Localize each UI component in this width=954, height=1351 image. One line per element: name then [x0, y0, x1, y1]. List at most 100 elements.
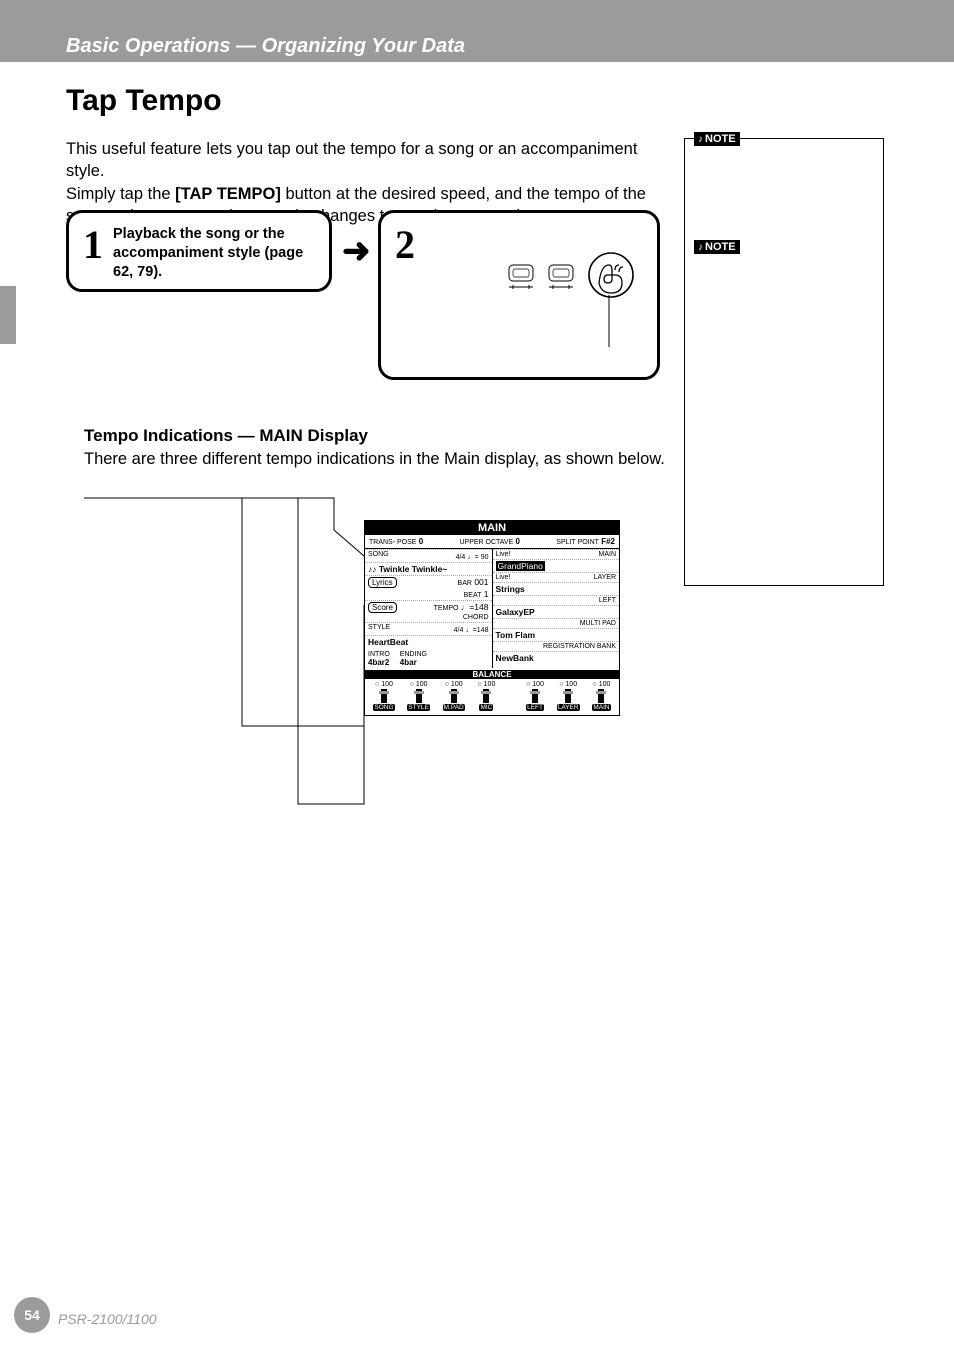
page: Basic Operations — Organizing Your Data …: [0, 0, 954, 1351]
mixer-fader[interactable]: [416, 689, 422, 703]
transpose-value: 0: [419, 537, 423, 546]
mixer-channel: ○ 100 MAIN: [592, 681, 610, 711]
mixer-channel: ○ 100 SONG: [373, 681, 394, 711]
scr-left-col: SONG 4/4 ♩= 90 ♪♪ Twinkle Twinkle~ Lyrics…: [365, 549, 493, 668]
mixer-fader[interactable]: [565, 689, 571, 703]
beat-label: BEAT: [464, 592, 482, 599]
upper-octave-label: UPPER OCTAVE: [459, 539, 513, 546]
scr-body: SONG 4/4 ♩= 90 ♪♪ Twinkle Twinkle~ Lyrics…: [365, 549, 619, 668]
note-sidebar: [684, 138, 884, 586]
mixer-channel: ○ 100 STYLE: [407, 681, 430, 711]
intro-value: 4bar2: [368, 658, 389, 667]
mixer-label: MAIN: [592, 704, 610, 711]
scr-title: MAIN: [365, 521, 619, 535]
left-voice: GalaxyEP: [496, 607, 535, 617]
lyrics-button[interactable]: Lyrics: [368, 577, 397, 588]
balance-label: BALANCE: [365, 670, 619, 679]
bar-value: 001: [474, 577, 488, 587]
song-time: 4/4: [456, 554, 466, 561]
mixer-fader[interactable]: [381, 689, 387, 703]
split-value: F#2: [601, 537, 615, 546]
mixer-label: MIC: [479, 704, 493, 711]
tap-tempo-illustration: [501, 247, 641, 357]
note-icon: ♪: [698, 134, 703, 145]
note-text: NOTE: [705, 133, 736, 145]
ending-label: ENDING: [400, 651, 427, 658]
subsection-body: There are three different tempo indicati…: [84, 450, 665, 469]
mixer-value: ○ 100: [410, 681, 428, 688]
voice-main-label: MAIN: [599, 551, 617, 558]
note-label-2: ♪NOTE: [694, 240, 740, 254]
mixer-fader[interactable]: [532, 689, 538, 703]
tap-tempo-button-name: [TAP TEMPO]: [175, 185, 281, 203]
step-1-text: Playback the song or the accompaniment s…: [113, 225, 313, 282]
mixer-value: ○ 100: [445, 681, 463, 688]
step-2-box: 2: [378, 210, 660, 380]
mixer-value: ○ 100: [477, 681, 495, 688]
mixer-channel: ○ 100 M.PAD: [443, 681, 465, 711]
model-name: PSR-2100/1100: [58, 1311, 157, 1327]
live-label: Live!: [496, 551, 511, 558]
multipad-label: MULTI PAD: [580, 620, 616, 627]
live-label-2: Live!: [496, 574, 511, 581]
mixer-fader[interactable]: [598, 689, 604, 703]
mixer-channel: ○ 100 LEFT: [526, 681, 544, 711]
scr-right-col: Live!MAIN GrandPiano Live!LAYER Strings …: [493, 549, 620, 668]
beat-value: 1: [484, 589, 489, 599]
note-label-1: ♪NOTE: [694, 132, 740, 146]
style-name: HeartBeat: [368, 637, 408, 647]
multipad-name: Tom Flam: [496, 630, 536, 640]
tempo-value: ♩=148: [461, 602, 489, 612]
mixer-value: ○ 100: [559, 681, 577, 688]
section-title: Tap Tempo: [66, 84, 222, 118]
mixer-row: ○ 100SONG○ 100STYLE○ 100M.PAD○ 100MIC○ 1…: [365, 679, 619, 711]
subsection-heading: Tempo Indications — MAIN Display: [84, 426, 368, 446]
mixer-label: M.PAD: [443, 704, 465, 711]
style-label: STYLE: [368, 624, 390, 634]
main-display-screenshot: MAIN TRANS- POSE 0 UPPER OCTAVE 0 SPLIT …: [364, 520, 620, 716]
transpose-label: TRANS- POSE: [369, 539, 416, 546]
arrow-icon: ➜: [342, 231, 371, 271]
breadcrumb: Basic Operations — Organizing Your Data: [66, 35, 465, 58]
tempo-label: TEMPO: [434, 605, 459, 612]
layer-voice: Strings: [496, 584, 525, 594]
mixer-value: ○ 100: [593, 681, 611, 688]
bar-label: BAR: [458, 580, 472, 587]
intro-line2a: Simply tap the: [66, 185, 175, 203]
regbank-label: REGISTRATION BANK: [543, 643, 616, 650]
side-tab: [0, 286, 16, 344]
note-icon: ♪: [698, 242, 703, 253]
mixer-fader[interactable]: [451, 689, 457, 703]
voice-layer-label: LAYER: [594, 574, 616, 581]
mixer-channel: ○ 100 MIC: [477, 681, 495, 711]
mixer-label: LEFT: [526, 704, 544, 711]
mixer-label: STYLE: [407, 704, 430, 711]
intro-label: INTRO: [368, 651, 390, 658]
song-name: ♪♪ Twinkle Twinkle~: [368, 564, 447, 574]
style-time: 4/4: [454, 627, 464, 634]
page-number: 54: [14, 1297, 50, 1333]
step-1-box: 1 Playback the song or the accompaniment…: [66, 210, 332, 292]
upper-octave-value: 0: [516, 537, 520, 546]
note-text: NOTE: [705, 241, 736, 253]
main-voice: GrandPiano: [496, 561, 545, 571]
score-button[interactable]: Score: [368, 602, 397, 613]
mixer-channel: ○ 100 LAYER: [557, 681, 580, 711]
regbank-name: NewBank: [496, 653, 534, 663]
mixer-fader[interactable]: [483, 689, 489, 703]
step-1-number: 1: [83, 221, 103, 268]
song-label: SONG: [368, 551, 389, 561]
chord-label: CHORD: [463, 614, 489, 621]
mixer-value: ○ 100: [375, 681, 393, 688]
voice-left-label: LEFT: [599, 597, 616, 604]
ending-value: 4bar: [400, 658, 417, 667]
step-2-number: 2: [395, 221, 415, 268]
mixer-value: ○ 100: [526, 681, 544, 688]
song-tempo: ♩= 90: [468, 554, 489, 561]
style-tempo: ♩=148: [466, 627, 489, 634]
mixer-label: SONG: [373, 704, 394, 711]
scr-topbar: TRANS- POSE 0 UPPER OCTAVE 0 SPLIT POINT…: [365, 535, 619, 549]
mixer-label: LAYER: [557, 704, 580, 711]
intro-line1: This useful feature lets you tap out the…: [66, 140, 637, 180]
top-bar: [0, 0, 954, 30]
